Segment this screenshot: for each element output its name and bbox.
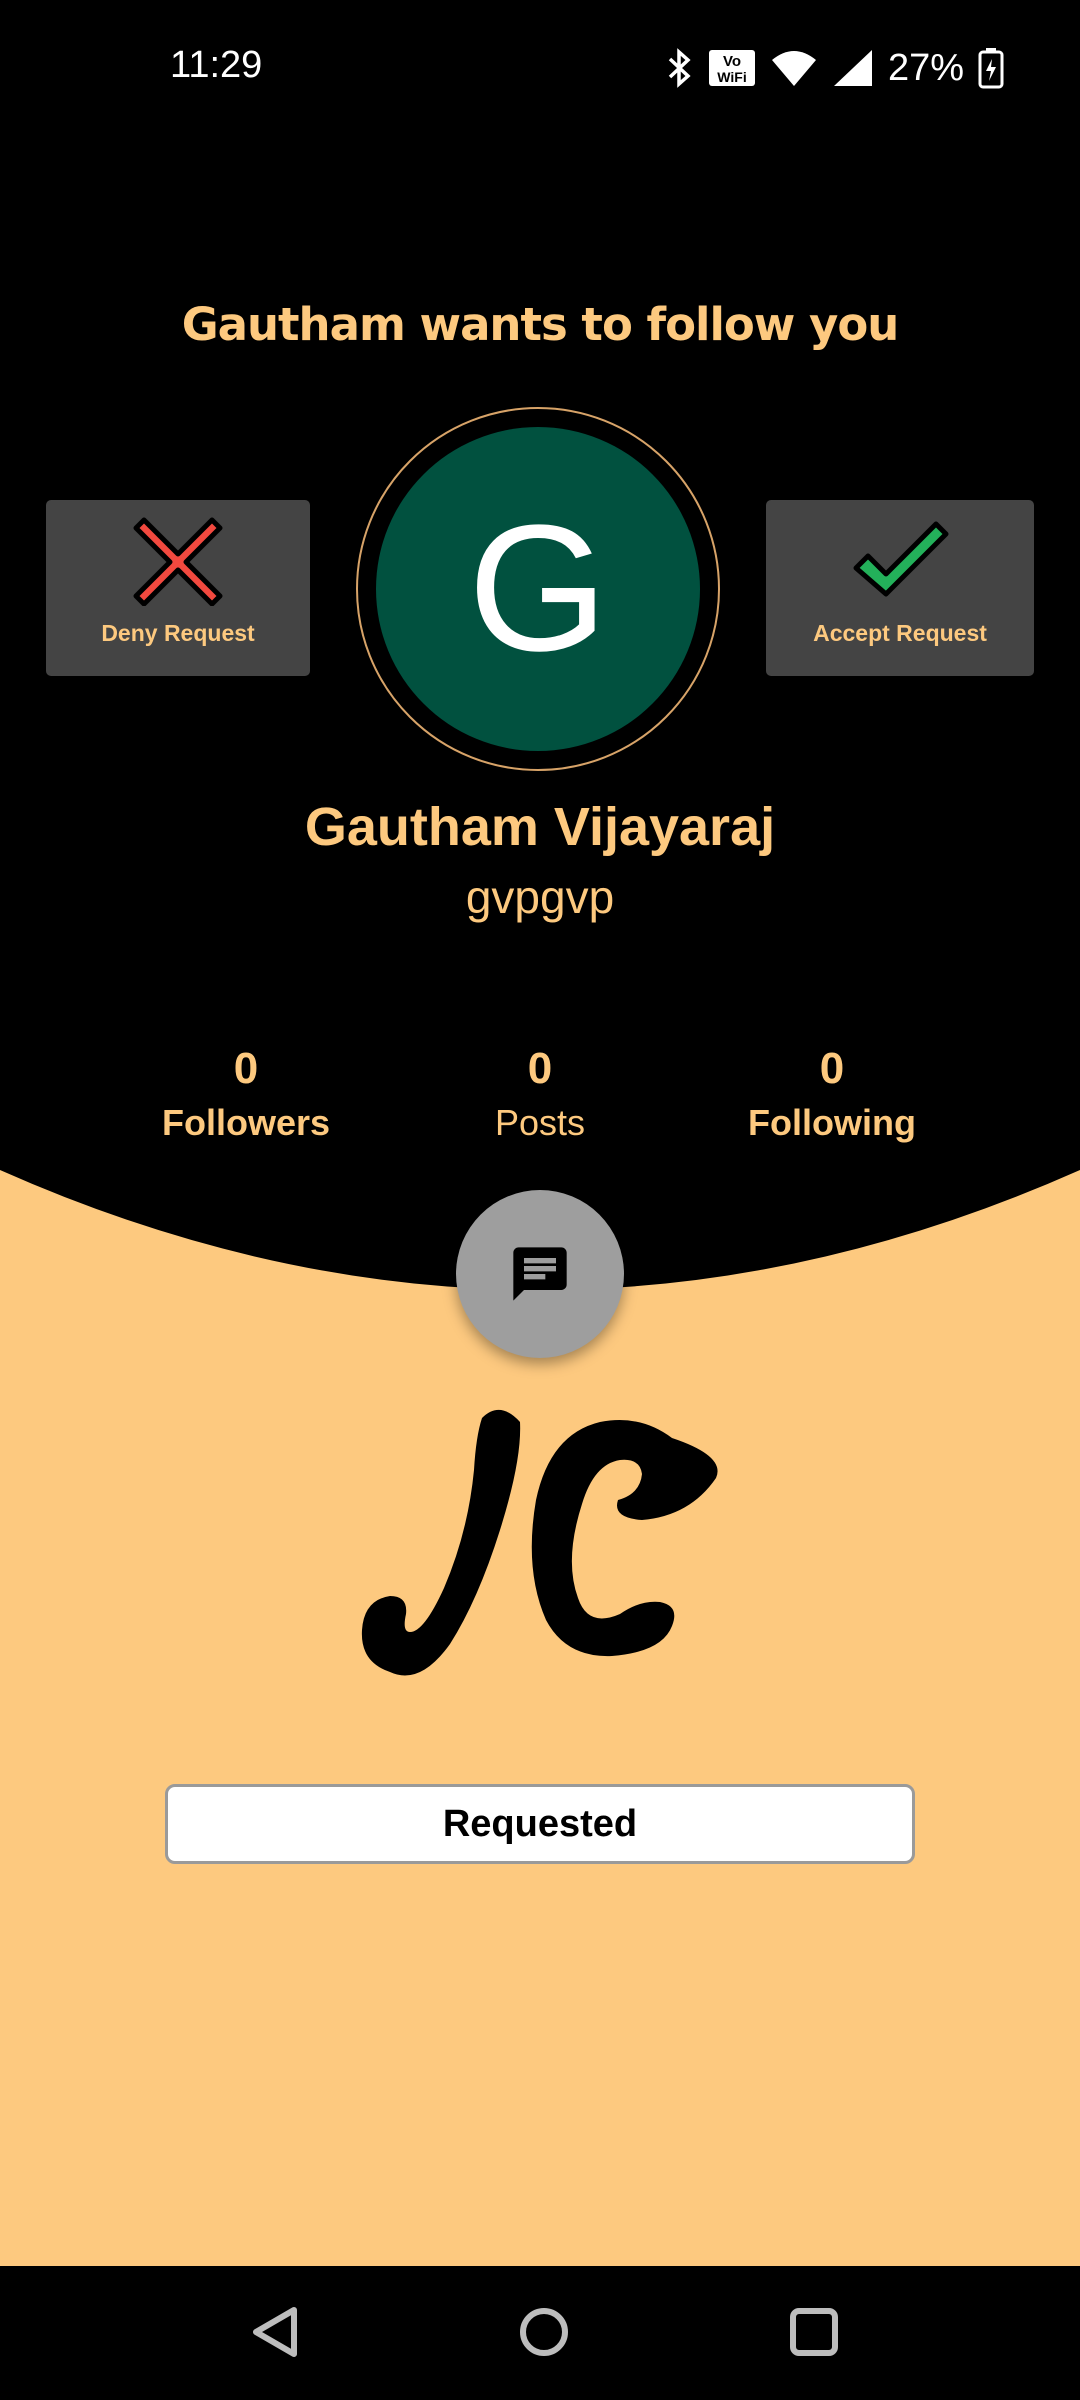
requested-button[interactable]: Requested bbox=[165, 1784, 915, 1864]
status-time: 11:29 bbox=[170, 44, 263, 86]
following-stat[interactable]: 0 Following bbox=[682, 1044, 982, 1144]
accept-request-label: Accept Request bbox=[813, 620, 987, 646]
posts-stat[interactable]: 0 Posts bbox=[390, 1044, 690, 1144]
follow-request-headline: Gautham wants to follow you bbox=[181, 298, 900, 351]
vowifi-icon: VoWiFi bbox=[708, 50, 755, 86]
app-logo bbox=[361, 1409, 718, 1676]
posts-label: Posts bbox=[494, 1102, 586, 1143]
home-icon[interactable] bbox=[514, 2302, 574, 2362]
accept-request-button[interactable]: Accept Request bbox=[766, 500, 1034, 676]
signal-icon bbox=[833, 50, 872, 86]
avatar-letter: G bbox=[467, 488, 608, 689]
back-icon[interactable] bbox=[246, 2302, 302, 2362]
bluetooth-icon bbox=[668, 48, 691, 88]
following-label: Following bbox=[748, 1102, 916, 1143]
chat-button[interactable] bbox=[456, 1190, 624, 1358]
avatar: G bbox=[376, 427, 700, 751]
svg-text:WiFi: WiFi bbox=[717, 69, 746, 85]
profile-username: gvpgvp bbox=[465, 871, 615, 923]
deny-request-label: Deny Request bbox=[101, 620, 255, 646]
chat-icon bbox=[513, 1247, 567, 1301]
recents-icon[interactable] bbox=[784, 2302, 844, 2362]
close-icon bbox=[133, 517, 223, 606]
wifi-icon bbox=[771, 51, 816, 86]
posts-count: 0 bbox=[527, 1044, 553, 1093]
followers-label: Followers bbox=[161, 1102, 331, 1143]
battery-charging-icon bbox=[978, 48, 1004, 89]
battery-percent: 27% bbox=[887, 46, 964, 89]
profile-display-name: Gautham Vijayaraj bbox=[304, 797, 776, 857]
checkmark-icon bbox=[853, 521, 949, 597]
following-count: 0 bbox=[819, 1044, 845, 1093]
followers-count: 0 bbox=[233, 1044, 259, 1093]
svg-text:Vo: Vo bbox=[723, 53, 741, 70]
deny-request-button[interactable]: Deny Request bbox=[46, 500, 310, 676]
status-icons: Vo WiFi 27% bbox=[666, 40, 1004, 96]
navigation-bar bbox=[0, 2266, 1080, 2400]
followers-stat[interactable]: 0 Followers bbox=[96, 1044, 396, 1144]
